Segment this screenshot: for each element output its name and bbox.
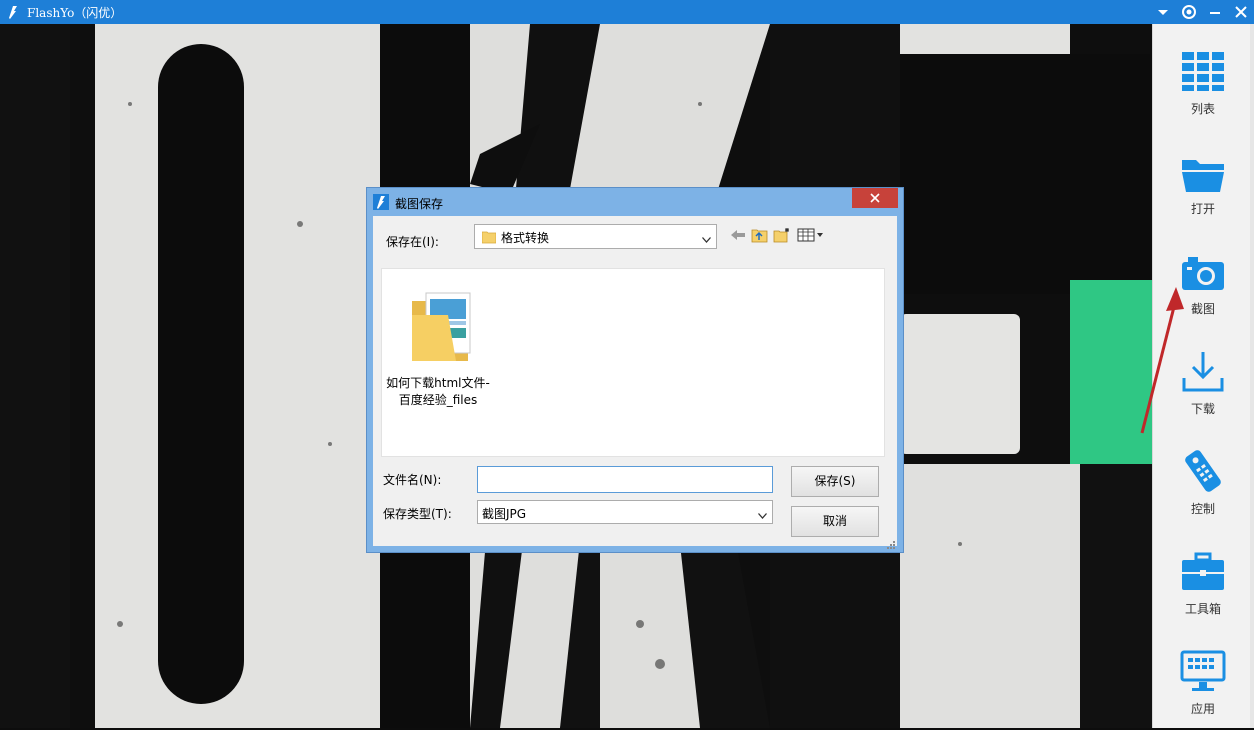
save-in-value: 格式转换 xyxy=(501,229,549,246)
menu-dropdown-icon[interactable] xyxy=(1154,3,1172,21)
up-folder-icon[interactable] xyxy=(751,227,769,243)
file-list-pane[interactable]: 如何下载html文件-百度经验_files xyxy=(381,268,885,457)
sidebar-item-control[interactable]: 控制 xyxy=(1153,434,1253,530)
folder-icon xyxy=(408,285,474,365)
apps-monitor-icon xyxy=(1180,648,1226,694)
sidebar-item-label: 工具箱 xyxy=(1153,600,1253,617)
sidebar-item-label: 打开 xyxy=(1153,200,1253,217)
resize-grip-icon[interactable] xyxy=(885,534,895,544)
skin-settings-icon[interactable] xyxy=(1180,3,1198,21)
sidebar-item-apps[interactable]: 应用 xyxy=(1153,634,1253,730)
sidebar-item-list[interactable]: 列表 xyxy=(1153,34,1253,130)
screenshot-save-dialog: 截图保存 保存在(I): 格式转换 xyxy=(366,187,904,553)
save-in-label: 保存在(I): xyxy=(386,233,439,250)
download-icon xyxy=(1180,348,1226,394)
right-sidebar: 列表 打开 截图 下载 xyxy=(1152,24,1254,728)
toolbox-icon xyxy=(1180,548,1226,594)
dialog-title-bar[interactable]: 截图保存 xyxy=(367,188,903,216)
filetype-value: 截图JPG xyxy=(482,505,526,522)
filename-label: 文件名(N): xyxy=(383,471,441,488)
cancel-button[interactable]: 取消 xyxy=(791,506,879,537)
sidebar-item-download[interactable]: 下载 xyxy=(1153,334,1253,430)
sidebar-item-label: 控制 xyxy=(1153,500,1253,517)
sidebar-item-label: 列表 xyxy=(1153,100,1253,117)
save-in-dropdown[interactable]: 格式转换 xyxy=(474,224,717,249)
dialog-body: 保存在(I): 格式转换 xyxy=(373,216,897,546)
dialog-close-button[interactable] xyxy=(852,188,898,208)
filename-input[interactable] xyxy=(477,466,773,493)
flashyo-logo-icon xyxy=(4,3,22,21)
filetype-dropdown[interactable]: 截图JPG xyxy=(477,500,773,524)
close-icon xyxy=(870,193,880,203)
app-title-bar: FlashYo（闪优） xyxy=(0,0,1254,24)
back-arrow-icon[interactable] xyxy=(729,227,747,243)
sidebar-item-toolbox[interactable]: 工具箱 xyxy=(1153,534,1253,630)
remote-control-icon xyxy=(1180,448,1226,494)
folder-icon xyxy=(482,230,496,244)
sidebar-item-screenshot[interactable]: 截图 xyxy=(1153,234,1253,330)
flashyo-logo-icon xyxy=(373,194,389,210)
chevron-down-icon xyxy=(702,232,711,238)
list-item[interactable]: 如何下载html文件-百度经验_files xyxy=(386,281,490,411)
file-name: 如何下载html文件-百度经验_files xyxy=(386,375,490,409)
chevron-down-icon xyxy=(758,508,767,514)
sidebar-item-open[interactable]: 打开 xyxy=(1153,134,1253,230)
save-button[interactable]: 保存(S) xyxy=(791,466,879,497)
filetype-label: 保存类型(T): xyxy=(383,505,452,522)
close-window-icon[interactable] xyxy=(1232,3,1250,21)
grid-list-icon xyxy=(1180,48,1226,94)
sidebar-item-label: 应用 xyxy=(1153,700,1253,717)
folder-open-icon xyxy=(1180,148,1226,194)
minimize-icon[interactable] xyxy=(1206,3,1224,21)
dialog-title: 截图保存 xyxy=(395,195,443,212)
sidebar-item-label: 下载 xyxy=(1153,400,1253,417)
new-folder-icon[interactable] xyxy=(773,227,791,243)
camera-icon xyxy=(1180,248,1226,294)
sidebar-scrollbar[interactable] xyxy=(1250,24,1254,728)
view-menu-icon[interactable] xyxy=(797,227,825,243)
window-title: FlashYo（闪优） xyxy=(27,4,122,21)
sidebar-item-label: 截图 xyxy=(1153,300,1253,317)
